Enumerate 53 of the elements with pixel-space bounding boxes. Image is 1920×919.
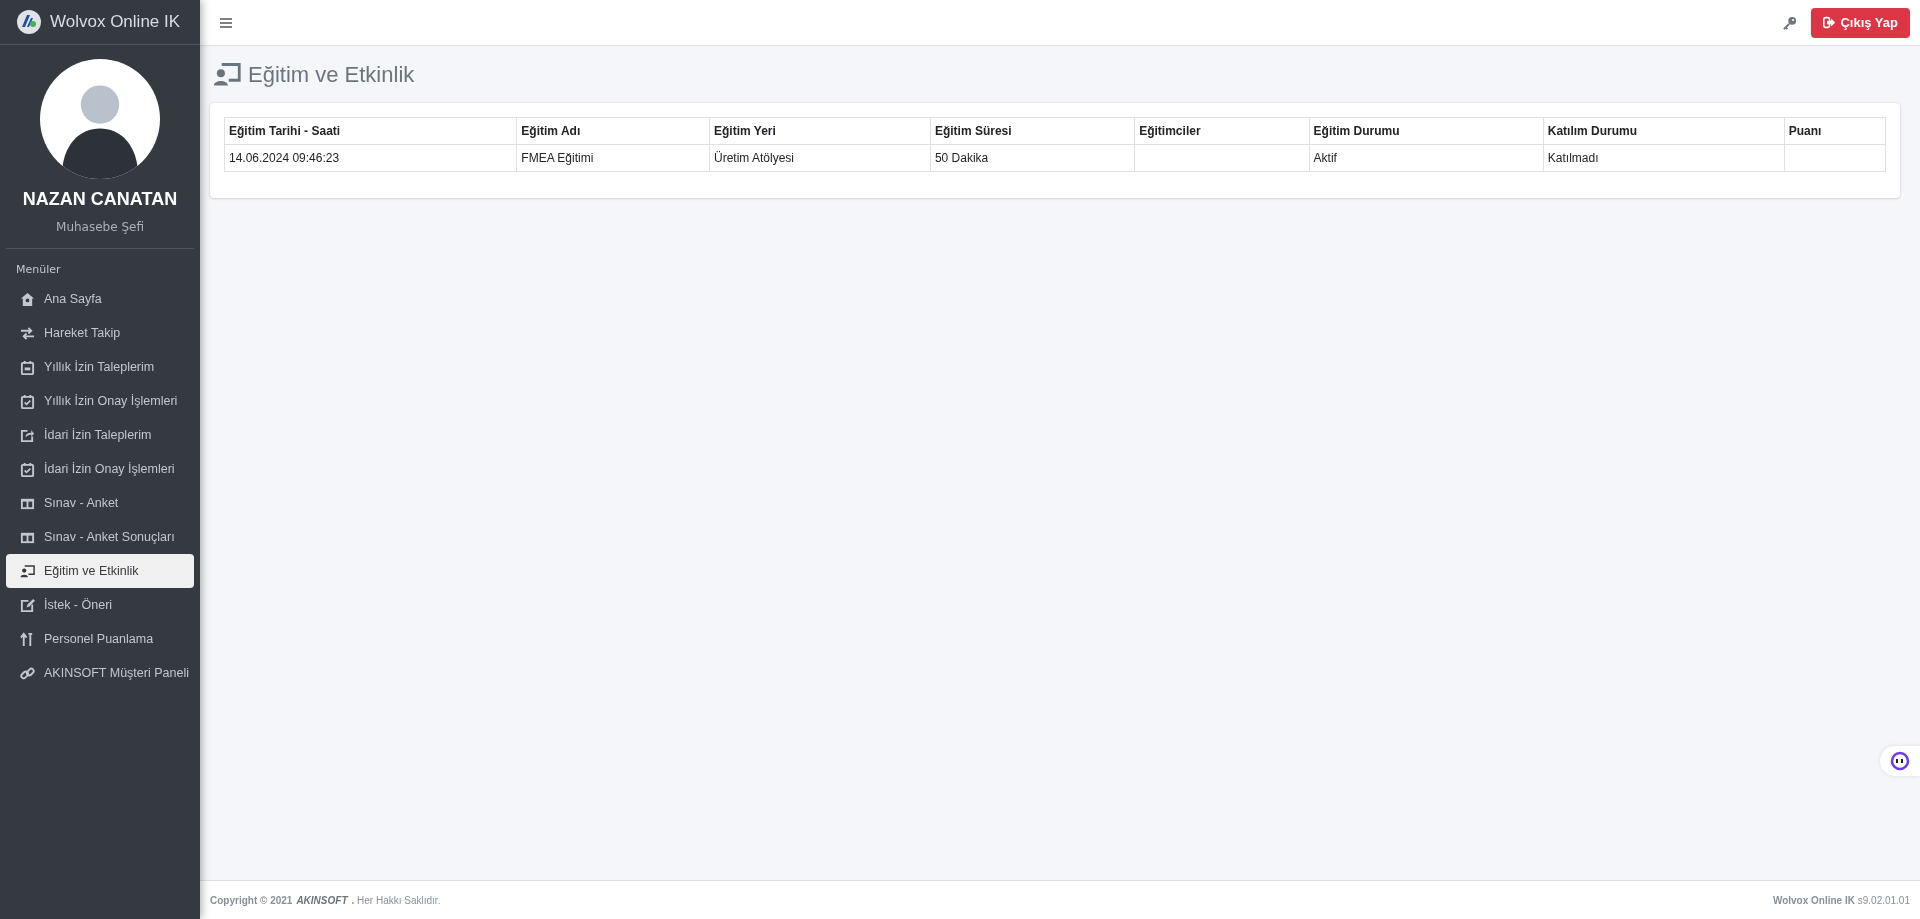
menu-item[interactable]: İstek - Öneri: [6, 588, 194, 622]
menu-item[interactable]: İdari İzin Onay İşlemleri: [6, 452, 194, 486]
menu-item[interactable]: Yıllık İzin Taleplerim: [6, 350, 194, 384]
edit-icon: [20, 597, 35, 613]
presentation-icon: [212, 60, 242, 89]
table-cell: Üretim Atölyesi: [709, 144, 931, 172]
logo-icon: [17, 10, 41, 34]
version-text: Wolvox Online IK s9.02.01.01: [1772, 894, 1910, 906]
calendar-icon: [20, 359, 35, 375]
menu-item[interactable]: Hareket Takip: [6, 316, 194, 350]
column-header: Eğitimciler: [1134, 117, 1310, 145]
logout-icon: [1823, 16, 1837, 29]
column-header: Eğitim Süresi: [930, 117, 1135, 145]
menu-item[interactable]: Sınav - Anket Sonuçları: [6, 520, 194, 554]
menu-item[interactable]: AKINSOFT Müşteri Paneli: [6, 656, 194, 690]
column-header: Eğitim Adı: [516, 117, 710, 145]
presentation-icon: [20, 563, 35, 579]
menu-item[interactable]: İdari İzin Taleplerim: [6, 418, 194, 452]
table-cell: Aktif: [1309, 144, 1544, 172]
page-title: Eğitim ve Etkinlik: [248, 61, 415, 88]
sort-icon: [20, 631, 35, 647]
calendar-check-icon: [20, 461, 35, 477]
user-name: NAZAN CANATAN: [22, 189, 178, 210]
column-header: Eğitim Durumu: [1309, 117, 1544, 145]
house-icon: [20, 291, 35, 307]
menu-item[interactable]: Sınav - Anket: [6, 486, 194, 520]
user-role: Muhasebe Şefi: [56, 220, 144, 234]
menu-heading: Menüler: [15, 262, 62, 278]
table-cell: FMEA Eğitimi: [516, 144, 710, 172]
brand-title: Wolvox Online IK: [50, 12, 181, 32]
copyright-text: Copyright © 2021: [210, 894, 293, 906]
column-header: Puanı: [1784, 117, 1886, 145]
calendar-check-icon: [20, 393, 35, 409]
chat-widget-button[interactable]: [1880, 746, 1920, 776]
key-icon[interactable]: [1783, 15, 1798, 30]
chatbot-icon: [1890, 751, 1910, 771]
table-cell: Katılmadı: [1543, 144, 1785, 172]
menu-item[interactable]: Ana Sayfa: [6, 282, 194, 316]
table-cell: 50 Dakika: [930, 144, 1135, 172]
arrows-icon: [20, 325, 35, 341]
company-logo-text: AKINSOFT: [296, 894, 348, 906]
rights-text: . Her Hakkı Saklıdır.: [351, 894, 441, 906]
column-header: Eğitim Tarihi - Saati: [224, 117, 517, 145]
menu-item[interactable]: Personel Puanlama: [6, 622, 194, 656]
link-icon: [20, 665, 35, 681]
menu-item[interactable]: Yıllık İzin Onay İşlemleri: [6, 384, 194, 418]
menu-icon[interactable]: [220, 17, 232, 28]
share-icon: [20, 427, 35, 443]
table-cell: 14.06.2024 09:46:23: [224, 144, 517, 172]
column-header: Katılım Durumu: [1543, 117, 1785, 145]
menu-item[interactable]: Eğitim ve Etkinlik: [6, 554, 194, 588]
logout-button[interactable]: Çıkış Yap: [1811, 7, 1910, 38]
column-header: Eğitim Yeri: [709, 117, 931, 145]
